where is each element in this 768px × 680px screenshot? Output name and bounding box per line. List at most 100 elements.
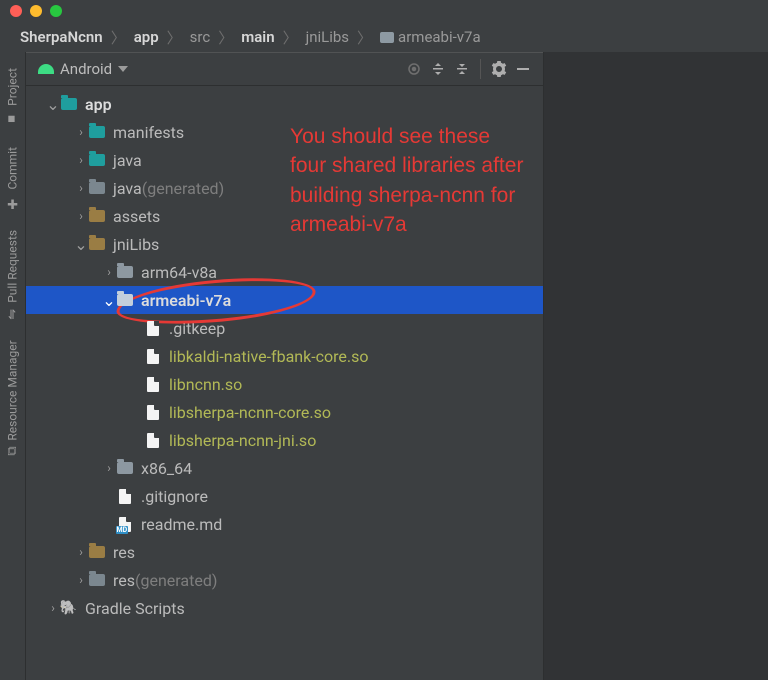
breadcrumb-segment[interactable]: SherpaNcnn [18, 28, 105, 46]
folder-icon [116, 265, 133, 279]
tree-row[interactable]: MDreadme.md [26, 510, 543, 538]
breadcrumb-segment[interactable]: app [132, 28, 161, 46]
breadcrumb[interactable]: SherpaNcnn〉app〉src〉main〉jniLibs〉armeabi-… [0, 22, 768, 52]
tree-node-suffix: (generated) [142, 179, 224, 198]
tree-node-label: app [85, 95, 112, 114]
collapse-all-icon[interactable] [450, 57, 474, 81]
file-icon [144, 433, 161, 447]
tree-row[interactable]: .gitkeep [26, 314, 543, 342]
tree-row[interactable]: libsherpa-ncnn-jni.so [26, 426, 543, 454]
tree-node-label: arm64-v8a [141, 263, 217, 282]
close-window-button[interactable] [10, 5, 22, 17]
breadcrumb-segment[interactable]: jniLibs [304, 28, 351, 46]
tree-node-label: manifests [113, 123, 184, 142]
editor-area [544, 52, 768, 680]
expand-all-icon[interactable] [426, 57, 450, 81]
folder-icon [88, 237, 105, 251]
tree-node-label: Gradle Scripts [85, 599, 185, 618]
chevron-right-icon[interactable]: › [74, 153, 88, 167]
gutter-tab[interactable]: ✚Commit [5, 137, 20, 221]
tree-row[interactable]: ⌄ app [26, 90, 543, 118]
tree-row[interactable]: › manifests [26, 118, 543, 146]
tree-row[interactable]: › arm64-v8a [26, 258, 543, 286]
tool-window-gutter: ■Project✚Commit⇋Pull Requests⧉Resource M… [0, 52, 26, 680]
window-titlebar [0, 0, 768, 22]
chevron-down-icon[interactable]: ⌄ [102, 291, 116, 310]
folder-icon [116, 293, 133, 307]
tree-row-selected[interactable]: ⌄ armeabi-v7a [26, 286, 543, 314]
tree-node-label: libsherpa-ncnn-jni.so [169, 431, 316, 450]
tree-row[interactable]: ⌄ jniLibs [26, 230, 543, 258]
folder-icon [88, 181, 105, 195]
breadcrumb-segment[interactable]: armeabi-v7a [378, 28, 483, 46]
tree-node-label: readme.md [141, 515, 222, 534]
tree-row[interactable]: › res [26, 538, 543, 566]
project-tree[interactable]: You should see these four shared librari… [26, 86, 543, 680]
gradle-icon: 🐘 [60, 601, 77, 615]
hide-panel-icon[interactable] [511, 57, 535, 81]
tree-node-label: res [113, 543, 135, 562]
chevron-right-icon[interactable]: › [102, 461, 116, 475]
android-icon [38, 64, 54, 74]
gutter-tab[interactable]: ⇋Pull Requests [5, 220, 20, 330]
breadcrumb-separator: 〉 [163, 27, 186, 48]
folder-icon [88, 209, 105, 223]
tree-node-label: assets [113, 207, 160, 226]
folder-icon [60, 97, 77, 111]
tree-row[interactable]: ›x86_64 [26, 454, 543, 482]
breadcrumb-segment[interactable]: main [239, 28, 276, 46]
tree-node-label: armeabi-v7a [141, 291, 231, 310]
file-icon [144, 377, 161, 391]
tree-row[interactable]: › java (generated) [26, 174, 543, 202]
gear-icon[interactable] [487, 57, 511, 81]
zoom-window-button[interactable] [50, 5, 62, 17]
chevron-right-icon[interactable]: › [74, 209, 88, 223]
file-icon [144, 321, 161, 335]
tree-node-label: libkaldi-native-fbank-core.so [169, 347, 369, 366]
tree-row[interactable]: libkaldi-native-fbank-core.so [26, 342, 543, 370]
target-icon[interactable] [402, 57, 426, 81]
tree-row[interactable]: › java [26, 146, 543, 174]
tree-row[interactable]: .gitignore [26, 482, 543, 510]
dropdown-icon[interactable] [118, 66, 128, 72]
gutter-tab[interactable]: ⧉Resource Manager [5, 330, 20, 466]
tree-row[interactable]: › assets [26, 202, 543, 230]
chevron-right-icon[interactable]: › [74, 125, 88, 139]
project-panel-header: Android [26, 52, 543, 86]
tree-row[interactable]: ›🐘 Gradle Scripts [26, 594, 543, 622]
tree-node-label: libncnn.so [169, 375, 242, 394]
tree-row[interactable]: libsherpa-ncnn-core.so [26, 398, 543, 426]
chevron-right-icon[interactable]: › [102, 265, 116, 279]
chevron-down-icon[interactable]: ⌄ [74, 235, 88, 254]
chevron-right-icon[interactable]: › [46, 601, 60, 615]
tree-node-label: java [113, 179, 142, 198]
chevron-right-icon[interactable]: › [74, 573, 88, 587]
tree-node-label: .gitignore [141, 487, 208, 506]
tree-node-label: jniLibs [113, 235, 159, 254]
project-view-selector[interactable]: Android [60, 60, 112, 78]
project-panel: Android You should see these four shared [26, 52, 544, 680]
chevron-right-icon[interactable]: › [74, 545, 88, 559]
folder-icon [88, 573, 105, 587]
tree-node-label: .gitkeep [169, 319, 225, 338]
file-icon [144, 349, 161, 363]
breadcrumb-separator: 〉 [214, 27, 237, 48]
folder-icon [88, 125, 105, 139]
breadcrumb-segment[interactable]: src [188, 28, 213, 46]
folder-icon [88, 545, 105, 559]
tree-row[interactable]: › res (generated) [26, 566, 543, 594]
breadcrumb-separator: 〉 [279, 27, 302, 48]
file-icon [144, 405, 161, 419]
folder-icon [116, 461, 133, 475]
tree-node-label: java [113, 151, 142, 170]
chevron-down-icon[interactable]: ⌄ [46, 95, 60, 114]
tree-node-suffix: (generated) [135, 571, 217, 590]
tree-node-label: libsherpa-ncnn-core.so [169, 403, 331, 422]
minimize-window-button[interactable] [30, 5, 42, 17]
gutter-tab[interactable]: ■Project [5, 58, 20, 137]
divider [480, 59, 481, 79]
folder-icon [88, 153, 105, 167]
tree-node-label: res [113, 571, 135, 590]
chevron-right-icon[interactable]: › [74, 181, 88, 195]
tree-row[interactable]: libncnn.so [26, 370, 543, 398]
